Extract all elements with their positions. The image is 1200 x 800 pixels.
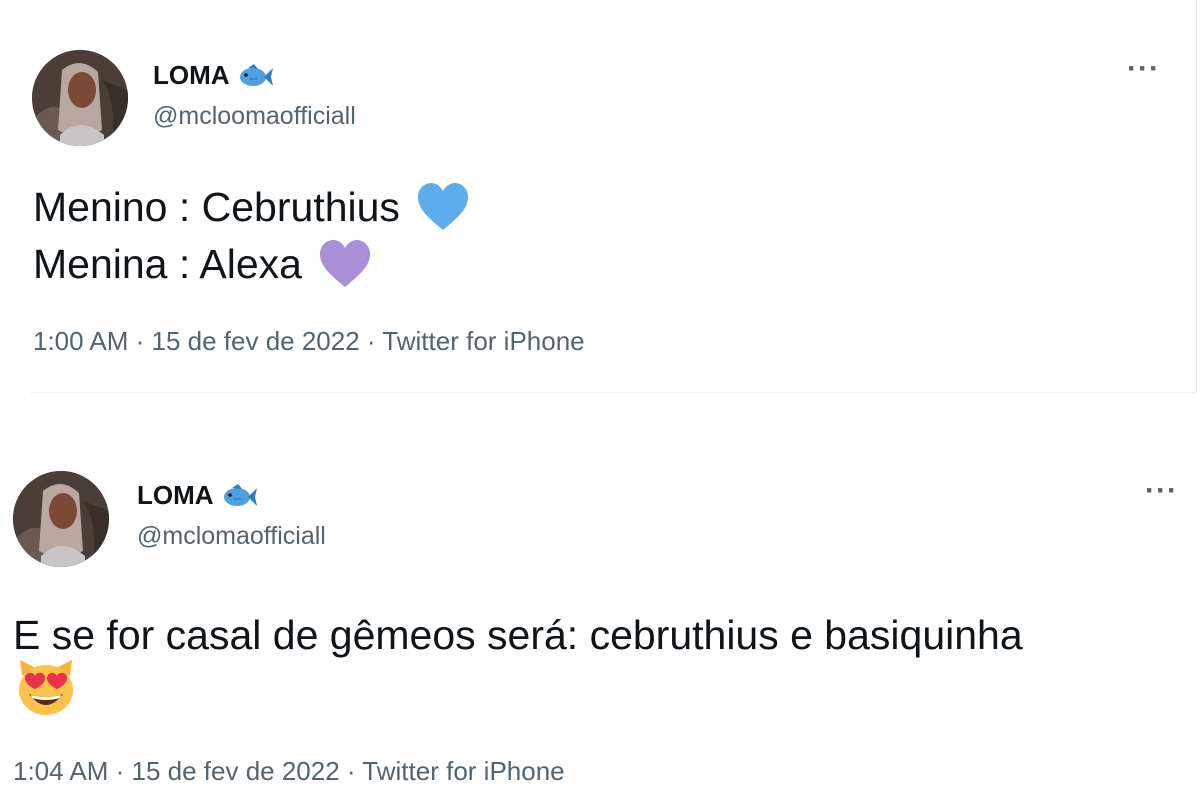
author-handle[interactable]: @mclomaofficiall [137,522,326,551]
tweet-meta[interactable]: 1:04 AM · 15 de fev de 2022 · Twitter fo… [13,756,565,787]
divider [30,392,1196,393]
author-name[interactable]: LOMA [153,60,230,91]
tweet-text-line: Menina : Alexa [33,239,372,289]
author-name[interactable]: LOMA [137,480,214,511]
fish-icon [222,483,258,509]
tweet-text: Menina : Alexa [33,240,302,287]
blue-heart-icon [416,182,470,232]
more-options-icon[interactable]: ··· [1145,476,1178,506]
tweet-text: Menino : Cebruthius [33,183,400,230]
heart-eyes-cat-icon [16,658,76,718]
fish-icon [238,63,274,89]
tweet-text: E se for casal de gêmeos será: cebruthiu… [13,612,1023,658]
more-options-icon[interactable]: ··· [1127,54,1160,84]
author-row: LOMA [153,60,274,91]
tweet-card: LOMA @mcloomaofficiall ··· Menino : Cebr… [0,0,1197,392]
avatar[interactable] [32,50,128,146]
tweet-text-line: Menino : Cebruthius [33,182,470,232]
tweet-text-line [16,658,76,718]
author-row: LOMA [137,480,258,511]
author-handle[interactable]: @mcloomaofficiall [153,102,356,131]
tweet-meta[interactable]: 1:00 AM · 15 de fev de 2022 · Twitter fo… [33,326,585,357]
purple-heart-icon [318,239,372,289]
tweet-card: LOMA @mclomaofficiall ··· E se for casal… [0,432,1200,800]
avatar[interactable] [13,471,109,567]
tweet-text-line: E se for casal de gêmeos será: cebruthiu… [13,612,1023,659]
